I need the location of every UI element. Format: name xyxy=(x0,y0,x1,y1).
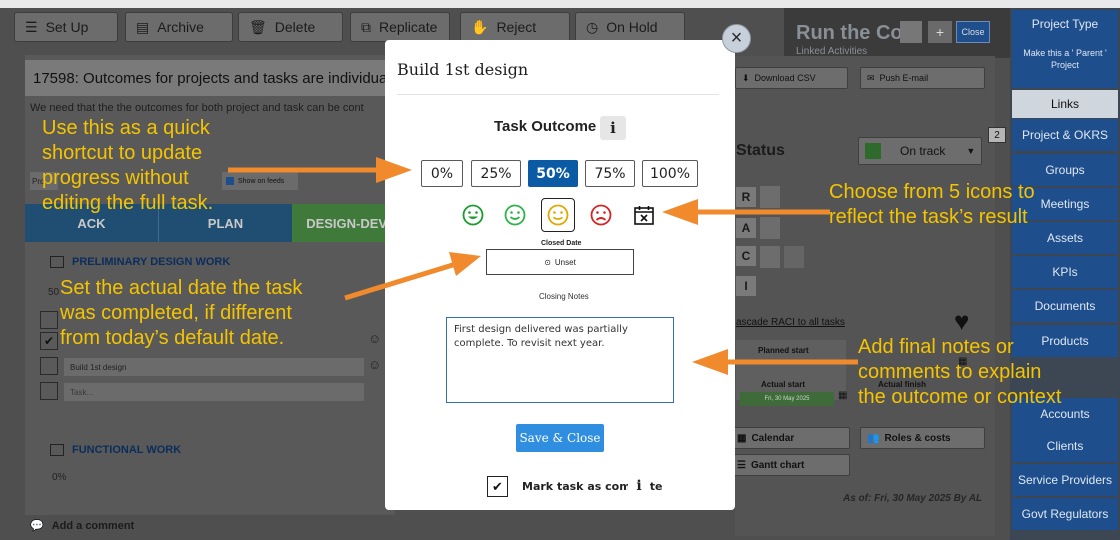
arrow-notes-head xyxy=(692,349,728,375)
annotation-choose-icons: Choose from 5 icons to reflect the task’… xyxy=(829,181,1035,228)
arrow-icons-head xyxy=(662,199,698,225)
annotation-final-notes: Add final notes or comments to explain t… xyxy=(858,336,1062,408)
arrow-shortcut-head xyxy=(376,157,412,183)
arrow-date-head xyxy=(449,252,481,276)
annotation-quick-shortcut: Use this as a quick shortcut to update p… xyxy=(42,117,214,214)
annotation-set-date: Set the actual date the task was complet… xyxy=(60,277,303,349)
annotation-arrows xyxy=(228,157,858,375)
arrow-date xyxy=(344,261,457,301)
